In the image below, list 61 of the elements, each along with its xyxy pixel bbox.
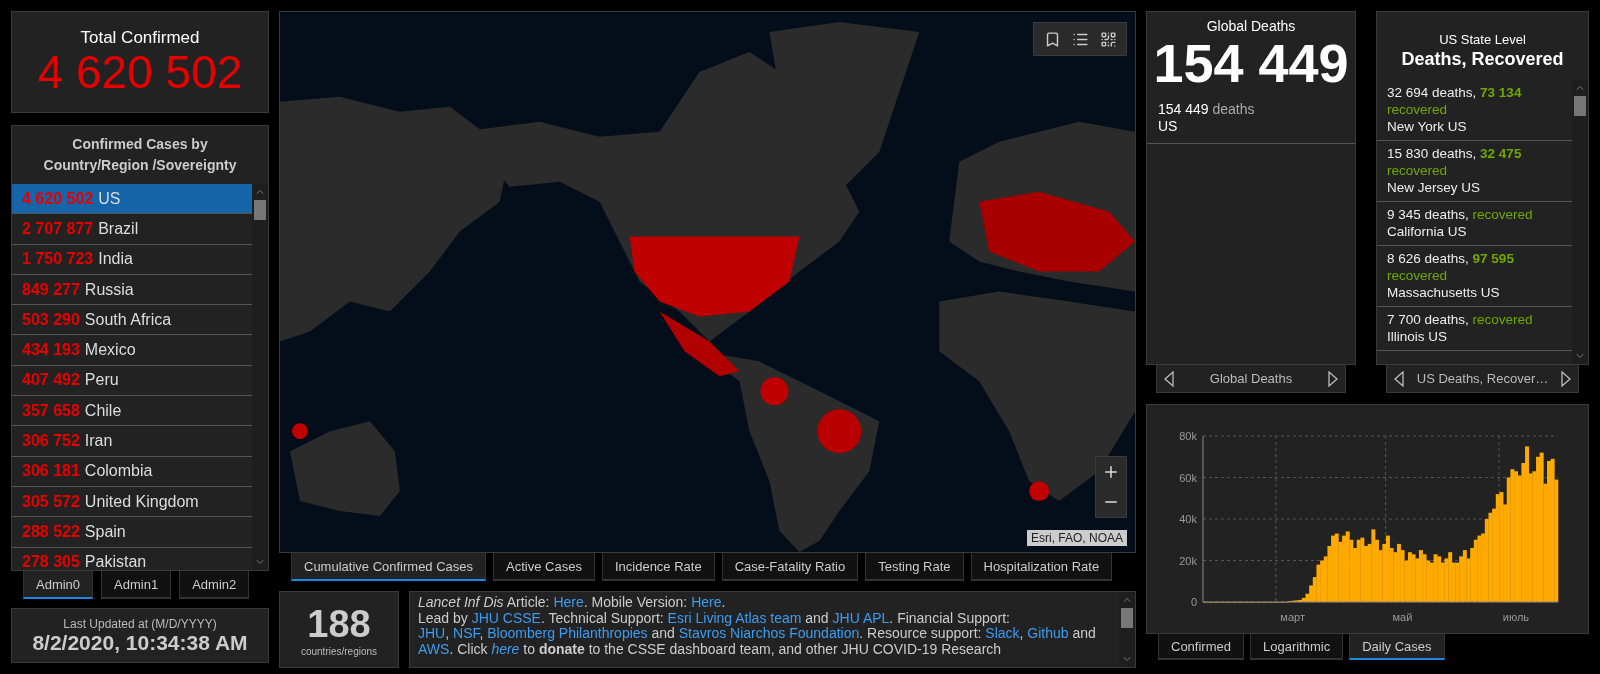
count-label: countries/regions: [300, 645, 378, 657]
panel-title: Global Deaths: [1205, 18, 1297, 34]
case-count: 1 750 723: [22, 250, 94, 269]
deaths-recovered-text: 9 345 deaths, recovered: [1387, 206, 1534, 223]
footer-label: US Deaths, Recover…: [1416, 371, 1549, 386]
case-count: 503 290: [22, 310, 80, 329]
state-name: California US: [1387, 223, 1468, 240]
axis-label: март: [1280, 611, 1305, 623]
case-count: 2 707 877: [22, 219, 94, 238]
deaths-recovered-text: 32 694 deaths, 73 134 recovered: [1387, 84, 1523, 118]
axis-label: 60k: [1179, 471, 1197, 484]
country-name: Iran: [84, 432, 113, 450]
case-count: 407 492: [22, 371, 80, 390]
country-name: United Kingdom: [84, 492, 199, 511]
case-count: 305 572: [22, 492, 80, 511]
state-name: Illinois US: [1387, 328, 1449, 345]
country-name: Brazil: [98, 219, 139, 238]
total-count: 4 620 502: [37, 47, 243, 97]
axis-label: май: [1392, 611, 1413, 623]
country-name: India: [98, 250, 133, 269]
country-name: Mexico: [84, 341, 136, 360]
updated-label: Last Updated at (M/D/YYYY): [63, 616, 217, 631]
panel-subtitle: US State Level: [1439, 32, 1526, 47]
card-title: Total Confirmed: [80, 27, 200, 48]
panel-title: Confirmed Cases by Country/Region /Sovereignty: [42, 135, 238, 175]
deaths-recovered-text: 15 830 deaths, 32 475 recovered: [1387, 145, 1523, 179]
state-name: New York US: [1387, 118, 1468, 135]
updated-time: 8/2/2020, 10:34:38 AM: [32, 630, 248, 655]
case-count: 278 305: [22, 553, 80, 570]
state-name: Massachusetts US: [1387, 284, 1501, 301]
case-count: 4 620 502: [22, 189, 94, 208]
case-count: 434 193: [22, 341, 80, 360]
case-count: 357 658: [22, 401, 80, 420]
map-attribution: Esri, FAO, NOAA: [1027, 530, 1127, 546]
deaths-recovered-text: 8 626 deaths, 97 595 recovered: [1387, 250, 1515, 284]
case-count: 306 181: [22, 462, 80, 481]
country-name: US: [98, 189, 121, 208]
axis-label: 80k: [1179, 430, 1197, 442]
deaths-text: 154 449 deaths: [1158, 101, 1256, 119]
panel-title: Deaths, Recovered: [1401, 49, 1564, 70]
axis-label: июль: [1502, 611, 1530, 623]
country-name: Russia: [84, 280, 134, 299]
axis-label: 0: [1190, 596, 1197, 608]
country-name: Chile: [84, 401, 122, 420]
deaths-count: 154 449: [1152, 34, 1350, 94]
axis-label: 20k: [1179, 554, 1197, 567]
case-count: 288 522: [22, 522, 80, 541]
axis-label: 40k: [1179, 513, 1197, 525]
footer-label: Global Deaths: [1209, 371, 1293, 386]
country-name: Spain: [84, 522, 126, 541]
case-count: 849 277: [22, 280, 80, 299]
country-name: Colombia: [84, 462, 153, 481]
country-name: Pakistan: [84, 553, 147, 570]
country-name: US: [1158, 118, 1179, 136]
country-name: Peru: [84, 371, 119, 390]
country-name: South Africa: [84, 310, 172, 329]
credits-text: Lancet Inf Dis Article: Here. Mobile Version: Here. Lead by JHU CSSE. Technical Support: Esri Living Atlas team and JHU APL. Financial Support: JHU, NSF, Bloomberg Philanthropies and Stavros Niarchos Foundation. Resource support: Slack, Github and AWS. Click here to donate to the CSSE dashboard team, and other JHU COVID-19 Research: [417, 593, 1097, 659]
state-name: New Jersey US: [1387, 179, 1482, 196]
country-count: 188: [307, 602, 371, 646]
deaths-recovered-text: 7 700 deaths, recovered: [1387, 311, 1534, 328]
case-count: 306 752: [22, 432, 80, 450]
